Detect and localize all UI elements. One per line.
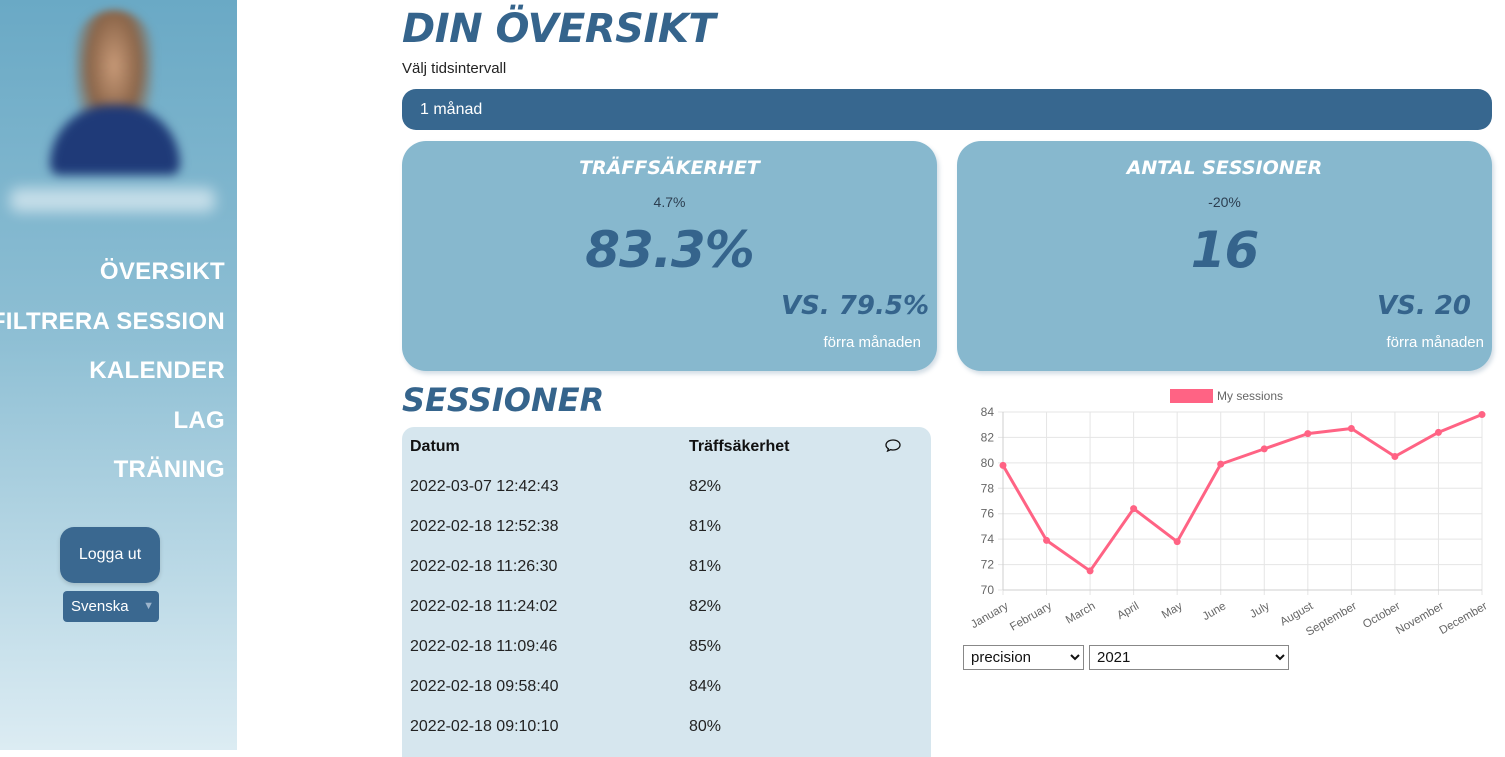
series-line bbox=[1001, 413, 1483, 573]
session-accuracy: 80% bbox=[689, 718, 722, 735]
data-point bbox=[999, 461, 1007, 469]
table-row[interactable]: 2022-02-18 11:26:30 81% bbox=[402, 547, 931, 587]
x-tick-label: June bbox=[1201, 600, 1229, 623]
comment-icon[interactable] bbox=[885, 439, 901, 452]
session-date: 2022-02-18 11:09:46 bbox=[410, 638, 558, 655]
session-accuracy: 85% bbox=[689, 638, 722, 655]
nav-item-kalender[interactable]: KALENDER bbox=[0, 353, 225, 403]
session-accuracy: 84% bbox=[689, 678, 722, 695]
sessions-table: Datum Träffsäkerhet 2022-03-07 12:42:43 … bbox=[402, 427, 931, 757]
data-point bbox=[1391, 453, 1399, 460]
nav-item-traning[interactable]: TRÄNING bbox=[0, 452, 225, 502]
data-point bbox=[1434, 428, 1442, 436]
year-select[interactable]: 2021 bbox=[1089, 645, 1289, 670]
sessions-count-card: ANTAL SESSIONER -20% 16 VS. 20 förra mån… bbox=[957, 141, 1492, 371]
card-compare-period: förra månaden bbox=[823, 334, 921, 351]
card-value: 83.3% bbox=[585, 221, 754, 279]
username-blurred bbox=[10, 188, 215, 212]
y-tick-label: 78 bbox=[981, 481, 995, 495]
x-tick-label: December bbox=[1438, 600, 1490, 637]
accuracy-card: TRÄFFSÄKERHET 4.7% 83.3% VS. 79.5% förra… bbox=[402, 141, 937, 371]
table-row[interactable]: 2022-02-18 11:24:02 82% bbox=[402, 587, 931, 627]
interval-selector[interactable]: 1 månad bbox=[402, 89, 1492, 130]
y-tick-label: 84 bbox=[981, 405, 995, 419]
x-tick-label: November bbox=[1394, 600, 1446, 637]
table-row[interactable]: 2022-02-18 12:52:38 81% bbox=[402, 507, 931, 547]
session-accuracy: 82% bbox=[689, 598, 722, 615]
chevron-down-icon: ▼ bbox=[143, 600, 154, 612]
card-title: TRÄFFSÄKERHET bbox=[579, 157, 760, 179]
card-delta: 4.7% bbox=[653, 194, 686, 210]
data-point bbox=[1217, 460, 1225, 468]
session-accuracy: 81% bbox=[689, 558, 722, 575]
card-title: ANTAL SESSIONER bbox=[1126, 157, 1323, 179]
sessions-line-chart: 70 72 74 76 78 80 82 84 JanuaryFebruary March Apri… bbox=[969, 405, 1490, 639]
y-tick-label: 70 bbox=[981, 583, 995, 597]
y-tick-label: 80 bbox=[981, 456, 995, 470]
table-row[interactable]: 2022-02-18 11:09:46 85% bbox=[402, 627, 931, 667]
column-header-accuracy[interactable]: Träffsäkerhet bbox=[689, 438, 790, 456]
card-compare-period: förra månaden bbox=[1386, 334, 1484, 351]
nav-item-lag[interactable]: LAG bbox=[0, 403, 225, 453]
card-delta: -20% bbox=[1208, 194, 1241, 210]
session-date: 2022-03-07 12:42:43 bbox=[410, 478, 559, 495]
card-compare-value: VS. 20 bbox=[1377, 291, 1471, 321]
data-point bbox=[1173, 538, 1181, 546]
column-header-date[interactable]: Datum bbox=[410, 438, 460, 456]
table-row[interactable]: 2022-03-07 12:42:43 82% bbox=[402, 467, 931, 507]
y-tick-label: 82 bbox=[981, 430, 995, 444]
data-point bbox=[1347, 425, 1355, 433]
data-point bbox=[1086, 567, 1094, 575]
x-tick-label: March bbox=[1064, 600, 1098, 626]
nav-item-filtrera-session[interactable]: FILTRERA SESSION bbox=[0, 304, 225, 354]
x-tick-label: May bbox=[1160, 600, 1185, 621]
page-title: DIN ÖVERSIKT bbox=[402, 6, 716, 52]
data-point bbox=[1043, 536, 1051, 544]
table-row[interactable]: 2022-02-18 09:10:10 80% bbox=[402, 707, 931, 747]
table-row[interactable]: 2022-02-18 09:58:40 84% bbox=[402, 667, 931, 707]
y-tick-label: 76 bbox=[981, 507, 995, 521]
session-date: 2022-02-18 12:52:38 bbox=[410, 518, 559, 535]
language-select-value: Svenska bbox=[71, 598, 129, 615]
sessions-title: SESSIONER bbox=[402, 381, 605, 419]
card-value: 16 bbox=[1190, 221, 1260, 279]
session-accuracy: 82% bbox=[689, 478, 722, 495]
session-date: 2022-02-18 09:58:40 bbox=[410, 678, 559, 695]
table-header: Datum Träffsäkerhet bbox=[402, 427, 931, 465]
main-nav: ÖVERSIKT FILTRERA SESSION KALENDER LAG T… bbox=[0, 254, 225, 502]
data-point bbox=[1304, 430, 1312, 438]
sidebar: ÖVERSIKT FILTRERA SESSION KALENDER LAG T… bbox=[0, 0, 237, 750]
session-accuracy: 81% bbox=[689, 518, 722, 535]
logout-button[interactable]: Logga ut bbox=[60, 527, 160, 583]
session-date: 2022-02-18 11:26:30 bbox=[410, 558, 558, 575]
language-select[interactable]: Svenska ▼ bbox=[63, 591, 159, 622]
data-point bbox=[1478, 411, 1486, 419]
x-tick-label: July bbox=[1248, 600, 1272, 621]
card-compare-value: VS. 79.5% bbox=[781, 291, 929, 321]
x-tick-label: January bbox=[969, 600, 1011, 631]
session-date: 2022-02-18 09:10:10 bbox=[410, 718, 559, 735]
avatar[interactable] bbox=[42, 10, 187, 175]
data-point bbox=[1130, 505, 1138, 513]
avatar-body-blur bbox=[50, 105, 180, 175]
data-point bbox=[1260, 445, 1268, 453]
x-tick-label: April bbox=[1115, 600, 1141, 622]
y-tick-label: 72 bbox=[981, 558, 995, 572]
interval-label: Välj tidsintervall bbox=[402, 60, 507, 77]
session-date: 2022-02-18 11:24:02 bbox=[410, 598, 558, 615]
x-tick-label: February bbox=[1008, 600, 1054, 634]
y-tick-label: 74 bbox=[981, 532, 995, 546]
metric-select[interactable]: precision bbox=[963, 645, 1084, 670]
nav-item-oversikt[interactable]: ÖVERSIKT bbox=[0, 254, 225, 304]
